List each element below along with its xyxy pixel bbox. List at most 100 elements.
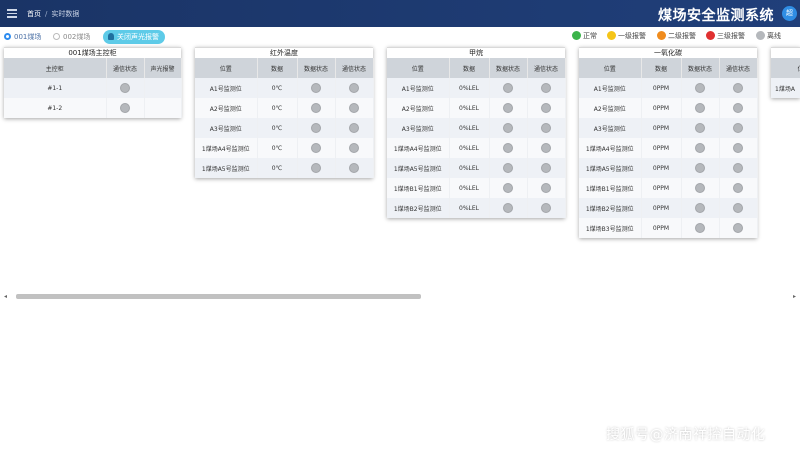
status-light-icon [349,143,359,153]
cabinet-name: #1-2 [4,98,107,118]
position-cell: 1煤场B2号监测位 [387,198,450,218]
carbon-monoxide-table: 位置 数据 数据状态 通信状态 A1号监测位 0PPM A2号监测位 0PPM A3… [579,58,758,238]
data-status-cell [489,138,528,158]
column-header: 数据状态 [489,58,528,78]
value-cell: 0%LEL [449,158,490,178]
panel-title: 001煤场主控柜 [4,47,181,58]
table-row: 1煤场B2号监测位 0%LEL [387,198,566,218]
table-row: A2号监测位 0℃ [195,98,374,118]
status-light-icon [503,163,513,173]
status-light-icon [733,83,743,93]
value-cell: 0℃ [257,118,298,138]
breadcrumb-home[interactable]: 首页 [27,10,41,18]
status-light-icon [349,163,359,173]
panel-partial: 位 1煤场A [771,47,800,98]
value-cell: 0PPM [641,198,682,218]
menu-icon[interactable] [7,9,17,18]
status-light-icon [503,203,513,213]
column-header: 数据 [449,58,490,78]
column-header: 数据状态 [297,58,336,78]
status-light-icon [733,163,743,173]
status-light-icon [733,183,743,193]
status-light-icon [541,123,551,133]
table-row: 1煤场B3号监测位 0PPM [579,218,758,238]
status-light-icon [733,123,743,133]
close-alarm-button[interactable]: 关闭声光报警 [103,30,165,44]
main-control-table: 主控柜 通信状态 声光报警 #1-1 #1-2 [4,58,182,118]
comm-status-cell [719,118,758,138]
legend-swatch [756,31,765,40]
position-cell: A1号监测位 [195,78,258,98]
avatar[interactable]: 超 [782,6,797,21]
comm-status-cell [335,158,374,178]
comm-status-cell [719,98,758,118]
data-status-cell [297,138,336,158]
comm-status-cell [527,178,566,198]
radio-selected-icon [4,33,11,40]
status-light-icon [311,143,321,153]
legend-label: 三级报警 [717,32,745,40]
partial-table: 位 1煤场A [771,58,800,98]
alarm-cell [144,98,182,118]
value-cell: 0%LEL [449,178,490,198]
position-cell: 1煤场A4号监测位 [195,138,258,158]
legend-label: 正常 [583,32,597,40]
value-cell: 0PPM [641,158,682,178]
data-status-cell [681,158,720,178]
position-cell: 1煤场A5号监测位 [387,158,450,178]
watermark: 搜狐号@济南祥控自动化 [606,427,766,443]
legend-level1: 一级报警 [607,31,646,41]
site-radio-002[interactable]: 002煤场 [53,32,90,42]
cabinet-name: #1-1 [4,78,107,98]
position-cell: A3号监测位 [387,118,450,138]
app-title: 煤场安全监测系统 [658,8,774,24]
status-light-icon [349,123,359,133]
site-radio-label: 001煤场 [14,33,42,41]
table-row: 1煤场A5号监测位 0℃ [195,158,374,178]
panel-infrared-temp: 红外温度 位置 数据 数据状态 通信状态 A1号监测位 0℃ A2号监测位 0℃ A… [195,47,374,178]
panel-carbon-monoxide: 一氧化碳 位置 数据 数据状态 通信状态 A1号监测位 0PPM A2号监测位 0P… [579,47,758,238]
value-cell: 0%LEL [449,78,490,98]
panel-title [771,47,800,58]
site-radio-001[interactable]: 001煤场 [4,32,41,42]
panel-methane: 甲烷 位置 数据 数据状态 通信状态 A1号监测位 0%LEL A2号监测位 0%L… [387,47,566,218]
status-light-icon [120,83,130,93]
column-header: 声光报警 [144,58,182,78]
position-cell: 1煤场A5号监测位 [579,158,642,178]
status-light-icon [541,183,551,193]
data-status-cell [489,78,528,98]
site-radio-label: 002煤场 [63,33,91,41]
alarm-bell-icon [108,33,114,40]
column-header: 位置 [579,58,642,78]
column-header: 数据 [257,58,298,78]
status-light-icon [311,123,321,133]
table-row: A3号监测位 0%LEL [387,118,566,138]
legend-swatch [607,31,616,40]
comm-status-cell [719,138,758,158]
status-light-icon [541,83,551,93]
comm-status-cell [527,78,566,98]
status-light-icon [695,83,705,93]
data-status-cell [297,118,336,138]
position-cell: 1煤场A5号监测位 [195,158,258,178]
scroll-left-icon[interactable]: ◂ [4,293,7,300]
legend-label: 一级报警 [618,32,646,40]
scroll-right-icon[interactable]: ▸ [793,293,796,300]
status-light-icon [695,143,705,153]
data-status-cell [681,198,720,218]
status-light-icon [503,103,513,113]
status-light-icon [311,83,321,93]
legend-swatch [657,31,666,40]
toolbar: 001煤场 002煤场 关闭声光报警 正常 一级报警 二级报警 三级报警 离线 [0,30,800,44]
table-row: 1煤场B2号监测位 0PPM [579,198,758,218]
value-cell: 0%LEL [449,98,490,118]
data-status-cell [489,158,528,178]
comm-status-cell [527,118,566,138]
comm-status-cell [335,138,374,158]
horizontal-scrollbar[interactable]: ◂ ▸ [4,293,796,300]
data-status-cell [489,198,528,218]
value-cell: 0PPM [641,218,682,238]
table-row: A2号监测位 0PPM [579,98,758,118]
table-row: A1号监测位 0PPM [579,78,758,98]
scrollbar-thumb[interactable] [16,294,421,299]
